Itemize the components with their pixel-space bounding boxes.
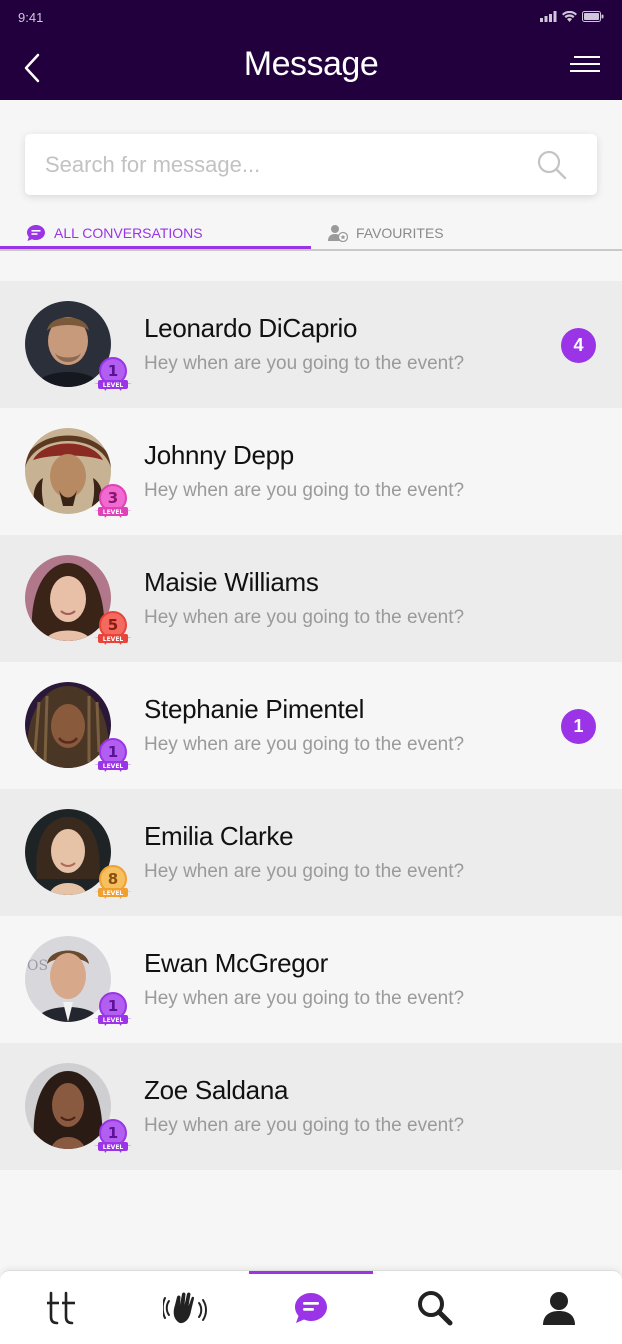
level-label: LEVEL xyxy=(103,509,124,516)
nav-home[interactable] xyxy=(0,1271,124,1344)
level-badge: 1 LEVEL xyxy=(94,738,132,772)
message-preview: Hey when are you going to the event? xyxy=(144,861,465,882)
nav-wave[interactable] xyxy=(124,1271,248,1344)
contact-name: Zoe Saldana xyxy=(144,1075,289,1105)
conversation-list: 1 LEVEL Leonardo DiCaprio Hey when are y… xyxy=(0,281,622,1170)
profile-icon xyxy=(543,1292,575,1325)
message-preview: Hey when are you going to the event? xyxy=(144,607,465,628)
active-tab-indicator xyxy=(0,246,311,249)
level-badge: 3 LEVEL xyxy=(94,484,132,518)
contact-name: Emilia Clarke xyxy=(144,821,294,851)
chat-bubble-icon xyxy=(295,1293,327,1323)
unread-count-badge: 1 xyxy=(561,709,596,744)
level-badge: 1 LEVEL xyxy=(94,1119,132,1153)
message-preview: Hey when are you going to the event? xyxy=(144,734,465,755)
level-badge: 5 LEVEL xyxy=(94,611,132,645)
tab-all-label: ALL CONVERSATIONS xyxy=(54,225,203,241)
level-badge: 1 LEVEL xyxy=(94,357,132,391)
wifi-icon xyxy=(562,11,577,22)
level-label: LEVEL xyxy=(103,763,124,770)
status-icons xyxy=(540,11,604,22)
unread-count-badge: 4 xyxy=(561,328,596,363)
level-number: 1 xyxy=(108,362,118,380)
page-title: Message xyxy=(243,45,379,83)
chat-bubble-icon xyxy=(27,225,45,241)
message-preview: Hey when are you going to the event? xyxy=(144,480,465,501)
conversation-row[interactable]: 5 LEVEL Maisie Williams Hey when are you… xyxy=(0,535,622,662)
level-badge: 8 LEVEL xyxy=(94,865,132,899)
level-label: LEVEL xyxy=(103,890,124,897)
search-icon xyxy=(418,1291,453,1326)
conversation-row[interactable]: 1 LEVEL Zoe Saldana Hey when are you goi… xyxy=(0,1043,622,1170)
level-label: LEVEL xyxy=(103,1017,124,1024)
level-label: LEVEL xyxy=(103,636,124,643)
nav-search[interactable] xyxy=(373,1271,497,1344)
menu-line xyxy=(574,56,600,58)
nav-messages[interactable] xyxy=(249,1271,373,1344)
contact-name: Johnny Depp xyxy=(144,440,294,470)
status-time: 9:41 xyxy=(18,10,44,25)
contact-name: Stephanie Pimentel xyxy=(144,694,365,724)
level-number: 8 xyxy=(108,870,118,888)
search-input[interactable] xyxy=(45,134,525,195)
level-number: 5 xyxy=(108,616,118,634)
bottom-navigation xyxy=(0,1270,622,1344)
contact-name: Maisie Williams xyxy=(144,567,319,597)
level-number: 1 xyxy=(108,1124,118,1142)
menu-button[interactable] xyxy=(566,56,600,80)
message-preview: Hey when are you going to the event? xyxy=(144,1115,465,1136)
signal-icon xyxy=(540,11,557,22)
conversation-row[interactable]: 8 LEVEL Emilia Clarke Hey when are you g… xyxy=(0,789,622,916)
nav-profile[interactable] xyxy=(497,1271,621,1344)
contact-name: Ewan McGregor xyxy=(144,948,328,978)
conversation-row[interactable]: 1 LEVEL Leonardo DiCaprio Hey when are y… xyxy=(0,281,622,408)
contact-name: Leonardo DiCaprio xyxy=(144,313,358,343)
svg-text:OS: OS xyxy=(27,958,48,974)
conversation-row[interactable]: OS 1 LEVEL Ewan McGregor Hey when are yo… xyxy=(0,916,622,1043)
level-label: LEVEL xyxy=(103,382,124,389)
level-number: 3 xyxy=(108,489,118,507)
message-preview: Hey when are you going to the event? xyxy=(144,353,465,374)
menu-line xyxy=(570,70,600,72)
tab-favourites-label: FAVOURITES xyxy=(356,225,444,241)
conversation-row[interactable]: 3 LEVEL Johnny Depp Hey when are you goi… xyxy=(0,408,622,535)
search-box xyxy=(25,134,597,195)
wave-hand-icon xyxy=(163,1292,207,1324)
tab-favourites[interactable]: FAVOURITES xyxy=(328,215,444,251)
level-badge: 1 LEVEL xyxy=(94,992,132,1026)
menu-line xyxy=(570,63,600,65)
tt-logo-icon xyxy=(47,1291,75,1325)
battery-icon xyxy=(582,11,604,22)
message-preview: Hey when are you going to the event? xyxy=(144,988,465,1009)
conversation-row[interactable]: 1 LEVEL Stephanie Pimentel Hey when are … xyxy=(0,662,622,789)
level-label: LEVEL xyxy=(103,1144,124,1151)
user-star-icon xyxy=(328,225,348,242)
level-number: 1 xyxy=(108,743,118,761)
app-header: 9:41 Message xyxy=(0,0,622,100)
level-number: 1 xyxy=(108,997,118,1015)
search-icon[interactable] xyxy=(537,150,567,180)
